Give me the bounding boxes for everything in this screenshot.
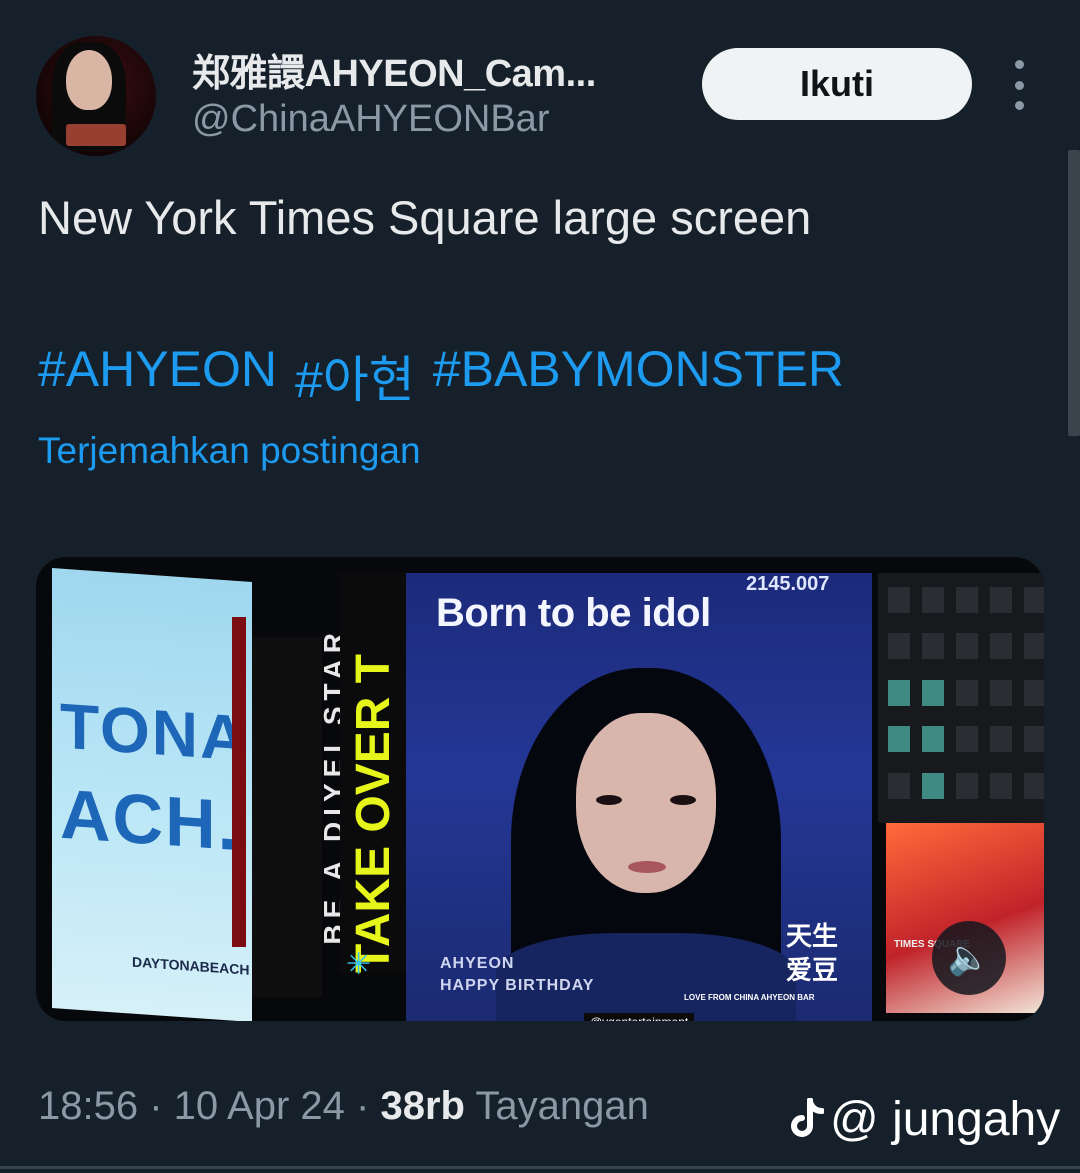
avatar-badge (66, 124, 126, 146)
video-media[interactable]: TONA ACH. DAYTONABEACH BE A DIYEI STAR T… (36, 557, 1044, 1021)
portrait-lips (628, 861, 666, 873)
tweet-meta: 18:56 · 10 Apr 24 · 38rb Tayangan (38, 1084, 649, 1128)
hashtag-link[interactable]: #AHYEON (38, 340, 277, 412)
dark-strip (252, 637, 322, 997)
divider (0, 1166, 1080, 1169)
hashtag-link[interactable]: #아현 (295, 340, 415, 412)
red-strip (232, 617, 246, 947)
birthday-text: AHYEON HAPPY BIRTHDAY (440, 955, 595, 994)
hashtag-link[interactable]: #BABYMONSTER (433, 340, 844, 412)
chinese-text: 天生 爱豆 (786, 921, 839, 985)
tweet-date[interactable]: 10 Apr 24 (174, 1084, 345, 1128)
main-screen: 2145.007 Born to be idol AHYEON HAPPY BI… (406, 573, 872, 1021)
views-count: 38rb (380, 1084, 465, 1128)
billboard-caption: DAYTONABEACH (132, 953, 250, 978)
screen-title: Born to be idol (436, 591, 711, 635)
avatar[interactable] (36, 36, 156, 156)
instagram-handle: @ygentertainment (584, 1013, 695, 1021)
vertical-sign-text: TAKE OVER T (340, 573, 407, 973)
tweet-time[interactable]: 18:56 (38, 1084, 138, 1128)
billboard-text: ACH. (60, 774, 240, 866)
hashtags: #AHYEON #아현 #BABYMONSTER (38, 340, 844, 412)
more-options-icon[interactable] (1004, 60, 1034, 110)
follow-button[interactable]: Ikuti (702, 48, 972, 120)
tweet-text: New York Times Square large screen (38, 191, 812, 244)
building-windows (878, 573, 1044, 823)
user-handle[interactable]: @ChinaAHYEONBar (192, 98, 549, 141)
scrollbar[interactable] (1068, 150, 1080, 436)
avatar-face (66, 50, 112, 110)
portrait-eye (670, 795, 696, 805)
display-name[interactable]: 郑雅譞AHYEON_Cam... (192, 42, 596, 97)
sparkle-icon: ✳ (346, 948, 372, 981)
screen-counter: 2145.007 (746, 573, 830, 595)
watermark-handle: @ jungahy (830, 1093, 1061, 1146)
translate-post-link[interactable]: Terjemahkan postingan (38, 430, 421, 472)
speaker-muted-icon: 🔈 (947, 939, 991, 977)
views-label: Tayangan (475, 1084, 649, 1128)
mute-toggle-button[interactable]: 🔈 (932, 921, 1006, 995)
love-from-text: LOVE FROM CHINA AHYEON BAR (684, 993, 815, 1002)
billboard-text: TONA (60, 689, 249, 775)
tiktok-watermark: @ jungahy (790, 1092, 1060, 1147)
portrait-eye (596, 795, 622, 805)
left-billboard: TONA ACH. DAYTONABEACH (52, 568, 252, 1021)
tiktok-logo-icon (790, 1096, 825, 1142)
